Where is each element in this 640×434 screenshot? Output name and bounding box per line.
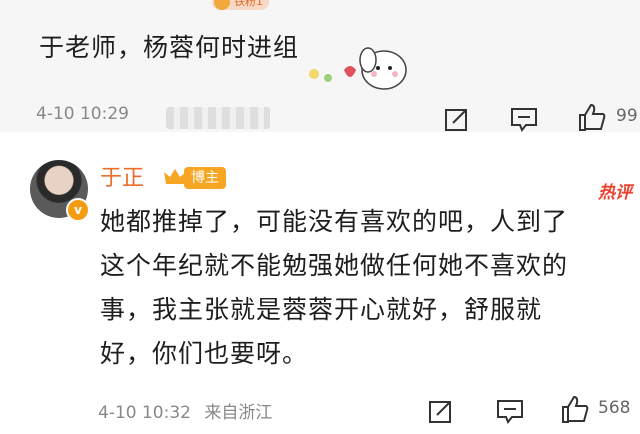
reply-line: 这个年纪就不能勉强她做任何她不喜欢的: [100, 251, 569, 280]
verified-badge: v: [66, 198, 90, 222]
sticker-dog-icon: [309, 47, 407, 90]
comment-time: 4-10 10:29: [36, 104, 129, 124]
comment-icon[interactable]: [496, 398, 524, 424]
share-icon[interactable]: [428, 398, 454, 424]
like-icon[interactable]: [577, 102, 607, 132]
fan-badge: 铁粉1: [212, 0, 269, 10]
blogger-badge: 博主: [184, 167, 226, 189]
reply-time: 4-10 10:32: [98, 403, 191, 423]
comment-icon[interactable]: [510, 106, 538, 132]
reply-location: 来自浙江: [204, 403, 273, 423]
fan-badge-icon: [214, 0, 230, 10]
blurred-location: [166, 107, 270, 129]
reply-text: 她都推掉了，可能没有喜欢的吧，人到了 这个年纪就不能勉强她做任何她不喜欢的 事，…: [100, 200, 640, 376]
crown-icon: [164, 169, 186, 184]
reply-line: 事，我主张就是蓉蓉开心就好，舒服就: [100, 295, 543, 324]
reply-meta: 4-10 10:32 来自浙江: [98, 398, 272, 423]
author-name[interactable]: 于正: [100, 160, 144, 192]
like-count: 568: [598, 398, 631, 418]
reply-line: 好，你们也要呀。: [100, 339, 309, 368]
like-icon[interactable]: [560, 394, 590, 424]
like-count: 99: [616, 106, 638, 126]
share-icon[interactable]: [444, 106, 470, 132]
divider: [0, 132, 640, 146]
reply-line: 她都推掉了，可能没有喜欢的吧，人到了: [100, 207, 569, 236]
comment-text: 于老师，杨蓉何时进组: [39, 33, 300, 62]
fan-badge-label: 铁粉1: [234, 0, 263, 8]
